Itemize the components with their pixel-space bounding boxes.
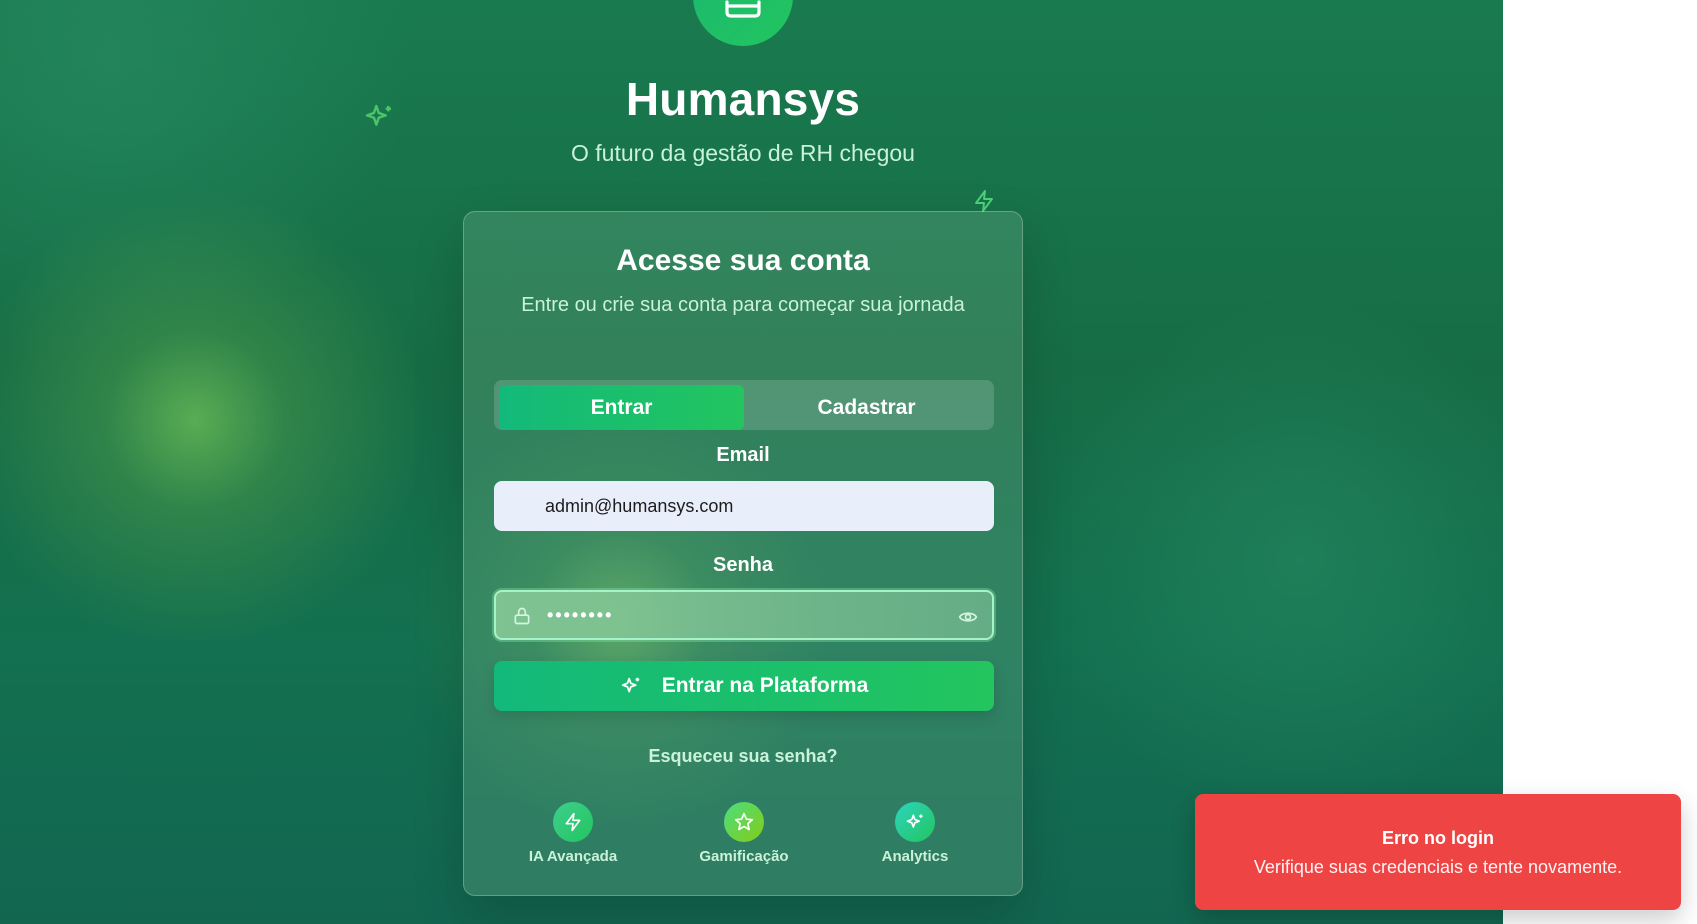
feature-ia: IA Avançada [503,802,643,865]
eye-icon[interactable] [958,607,978,627]
lock-icon [514,607,530,625]
password-value: •••••••• [547,604,614,625]
sparkles-icon [906,814,923,828]
email-value: admin@humansys.com [545,495,734,516]
card-subtitle: Entre ou crie sua conta para começar sua… [521,294,965,316]
feature-analytics-label: Analytics [881,848,949,865]
toast-title: Erro no login [1382,828,1494,848]
login-submit-label: Entrar na Plataforma [661,674,869,697]
feature-ia-badge [553,802,593,842]
error-toast[interactable]: Erro no login Verifique suas credenciais… [1195,794,1681,910]
feature-analytics-badge [895,802,935,842]
sparkles-icon [365,104,391,126]
logo [693,0,793,46]
feature-ia-label: IA Avançada [528,848,618,865]
brand-title: Humansys [625,73,861,125]
tab-cadastrar[interactable]: Cadastrar [744,385,989,430]
login-submit-button[interactable]: Entrar na Plataforma [494,661,994,711]
auth-tabs: Entrar Cadastrar [494,380,994,430]
feature-analytics: Analytics [845,802,985,865]
password-field[interactable]: •••••••• [494,590,994,640]
forgot-password-link[interactable]: Esqueceu sua senha? [464,746,1022,767]
email-field[interactable]: admin@humansys.com [494,481,994,531]
bolt-icon [975,190,993,212]
feature-gamificacao: Gamificação [674,802,814,865]
star-icon [734,812,754,831]
login-card: Acesse sua conta Entre ou crie sua conta… [463,211,1023,896]
login-background: Humansys O futuro da gestão de RH chegou… [0,0,1503,924]
feature-gamificacao-badge [724,802,764,842]
password-label: Senha [712,554,774,576]
briefcase-icon [725,0,761,18]
email-label: Email [716,444,770,466]
bolt-icon [565,812,581,832]
card-title: Acesse sua conta [616,244,870,277]
sparkles-icon [621,677,639,693]
feature-gamificacao-label: Gamificação [699,848,789,865]
brand-tagline: O futuro da gestão de RH chegou [571,140,915,166]
tab-entrar[interactable]: Entrar [499,385,744,430]
toast-message: Verifique suas credenciais e tente novam… [1253,857,1623,877]
